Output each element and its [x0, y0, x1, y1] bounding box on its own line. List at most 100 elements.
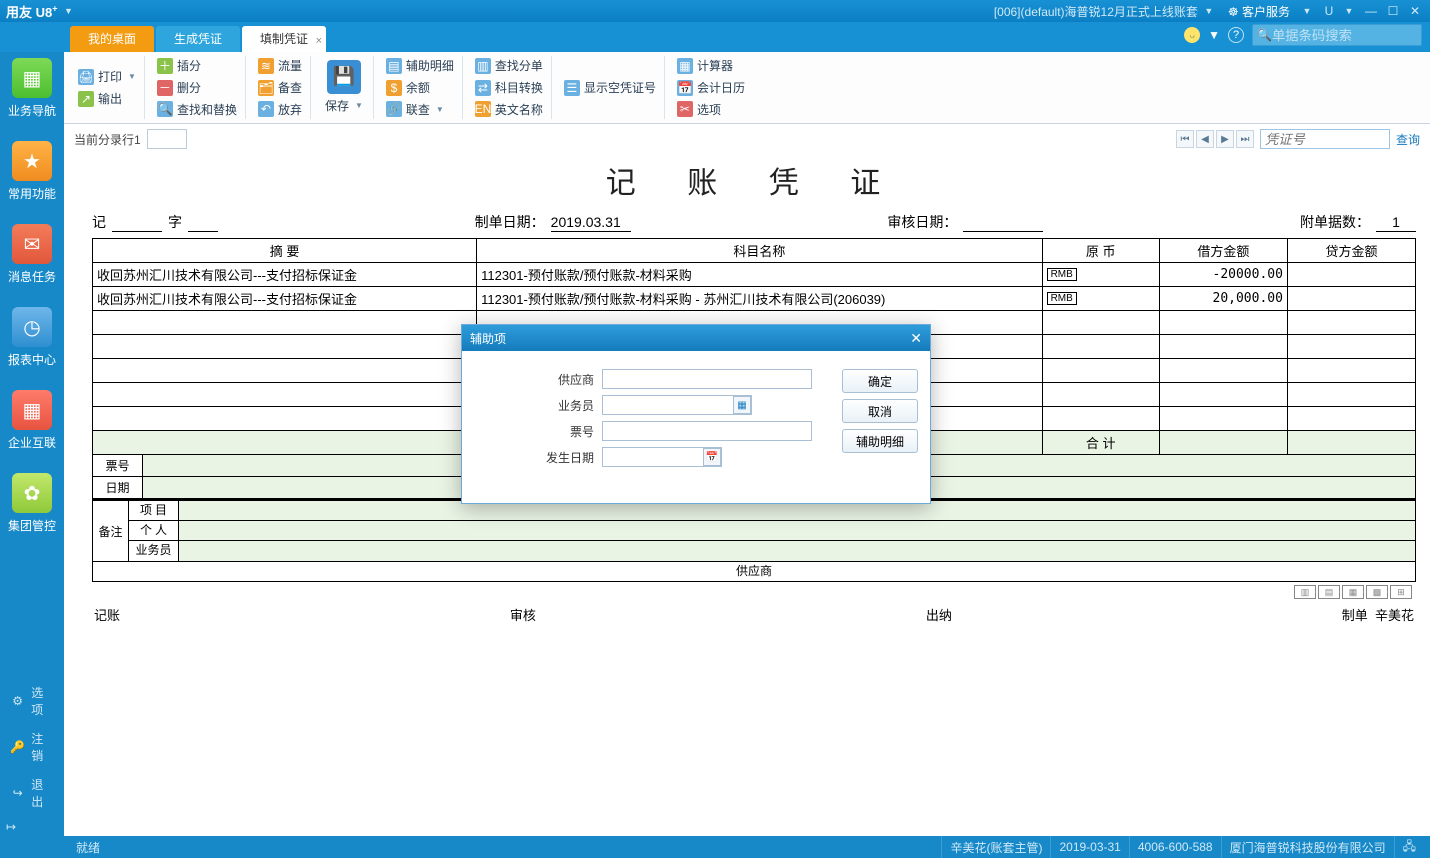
service-dropdown[interactable]: ▼ — [1298, 6, 1316, 16]
make-date-value[interactable]: 2019.03.31 — [551, 214, 631, 232]
date-picker-icon[interactable]: 📅 — [703, 448, 721, 466]
find-split-button[interactable]: ▥查找分单 — [475, 56, 543, 76]
voucher-no-input[interactable] — [1260, 129, 1390, 149]
minimize-button[interactable]: — — [1362, 4, 1380, 18]
dialog-titlebar[interactable]: 辅助项 ✕ — [462, 325, 930, 351]
account-dropdown[interactable]: ▼ — [1200, 6, 1218, 16]
dialog-close-icon[interactable]: ✕ — [910, 330, 922, 347]
help-icon[interactable]: ? — [1228, 27, 1244, 43]
nav-prev-button[interactable]: ◀ — [1196, 130, 1214, 148]
voucher-type-blank[interactable] — [112, 214, 162, 232]
cell-currency[interactable]: RMB — [1042, 263, 1159, 287]
ok-button[interactable]: 确定 — [842, 369, 918, 393]
sidebar-logout[interactable]: 🔑注销 — [0, 724, 64, 770]
cell-debit[interactable] — [1159, 359, 1287, 383]
barcode-search-input[interactable] — [1272, 28, 1412, 43]
cell-subject[interactable]: 112301-预付账款/预付账款-材料采购 — [477, 263, 1042, 287]
insert-row-button[interactable]: ＋插分 — [157, 56, 237, 76]
calc-button[interactable]: ▦计算器 — [677, 56, 745, 76]
cell-summary[interactable] — [93, 383, 477, 407]
note-salesman-value[interactable] — [179, 541, 1415, 561]
calendar-button[interactable]: 📅会计日历 — [677, 78, 745, 98]
ribbon-option-button[interactable]: ✂选项 — [677, 99, 745, 119]
delete-row-button[interactable]: －删分 — [157, 78, 237, 98]
cell-subject[interactable]: 112301-预付账款/预付账款-材料采购 - 苏州汇川技术有限公司(20603… — [477, 287, 1042, 311]
table-row[interactable]: 收回苏州汇川技术有限公司---支付招标保证金112301-预付账款/预付账款-材… — [93, 287, 1416, 311]
sidebar-exit[interactable]: ↪退出 — [0, 770, 64, 816]
view-icon-4[interactable]: ▩ — [1366, 585, 1388, 599]
cell-credit[interactable] — [1287, 335, 1415, 359]
cell-debit[interactable] — [1159, 311, 1287, 335]
cell-credit[interactable] — [1287, 407, 1415, 431]
eng-name-button[interactable]: EN英文名称 — [475, 99, 543, 119]
status-conn-icon[interactable]: 🖧 — [1394, 836, 1424, 858]
cell-summary[interactable] — [93, 335, 477, 359]
linkq-button[interactable]: 🔗联查▼ — [386, 99, 454, 119]
brand-dropdown[interactable]: ▼ — [60, 6, 78, 16]
cell-credit[interactable] — [1287, 263, 1415, 287]
pin-icon[interactable]: ↦ — [6, 820, 16, 834]
cell-debit[interactable]: -20000.00 — [1159, 263, 1287, 287]
tab-close-icon[interactable]: × — [316, 28, 322, 54]
subj-convert-button[interactable]: ⇄科目转换 — [475, 78, 543, 98]
supplier-input[interactable] — [602, 369, 812, 389]
cell-debit[interactable] — [1159, 335, 1287, 359]
cell-currency[interactable]: RMB — [1042, 287, 1159, 311]
nav-first-button[interactable]: ⏮ — [1176, 130, 1194, 148]
nav-last-button[interactable]: ⏭ — [1236, 130, 1254, 148]
cell-debit[interactable]: 20,000.00 — [1159, 287, 1287, 311]
tab-my-desktop[interactable]: 我的桌面 — [70, 26, 154, 52]
service-icon[interactable]: ☸ 客户服务 — [1228, 3, 1290, 20]
cell-summary[interactable]: 收回苏州汇川技术有限公司---支付招标保证金 — [93, 287, 477, 311]
attach-value[interactable]: 1 — [1376, 214, 1416, 232]
cell-currency[interactable] — [1042, 383, 1159, 407]
cancel-button[interactable]: 取消 — [842, 399, 918, 423]
note-person-value[interactable] — [179, 521, 1415, 540]
smiley-dropdown[interactable]: ▼ — [1208, 28, 1220, 42]
maximize-button[interactable]: ☐ — [1384, 4, 1402, 18]
output-button[interactable]: ↗输出 — [78, 89, 136, 109]
sidebar-options[interactable]: ⚙选项 — [0, 678, 64, 724]
salesman-input[interactable] — [602, 395, 752, 415]
abandon-button[interactable]: ↶放弃 — [258, 99, 302, 119]
sidebar-item-group[interactable]: ✿集团管控 — [2, 473, 62, 534]
nav-next-button[interactable]: ▶ — [1216, 130, 1234, 148]
cell-credit[interactable] — [1287, 383, 1415, 407]
print-button[interactable]: 🖨打印▼ — [78, 67, 136, 87]
salesman-picker-icon[interactable]: ▦ — [733, 396, 751, 414]
barcode-search[interactable]: 🔍 — [1252, 24, 1422, 46]
smiley-icon[interactable]: ᴗ — [1184, 27, 1200, 43]
current-row-box[interactable] — [147, 129, 187, 149]
close-button[interactable]: ✕ — [1406, 4, 1424, 18]
cell-debit[interactable] — [1159, 383, 1287, 407]
cell-currency[interactable] — [1042, 359, 1159, 383]
table-row[interactable]: 收回苏州汇川技术有限公司---支付招标保证金112301-预付账款/预付账款-材… — [93, 263, 1416, 287]
sidebar-item-common[interactable]: ★常用功能 — [2, 141, 62, 202]
cell-credit[interactable] — [1287, 359, 1415, 383]
cell-currency[interactable] — [1042, 311, 1159, 335]
query-link[interactable]: 查询 — [1396, 131, 1420, 148]
cell-summary[interactable]: 收回苏州汇川技术有限公司---支付招标保证金 — [93, 263, 477, 287]
cell-debit[interactable] — [1159, 407, 1287, 431]
tab-fill-voucher[interactable]: 填制凭证× — [242, 26, 326, 52]
cell-summary[interactable] — [93, 359, 477, 383]
cell-summary[interactable] — [93, 311, 477, 335]
sidebar-item-reports[interactable]: ◷报表中心 — [2, 307, 62, 368]
sidebar-item-biznav[interactable]: ▦业务导航 — [2, 58, 62, 119]
billno-input[interactable] — [602, 421, 812, 441]
cell-currency[interactable] — [1042, 335, 1159, 359]
view-icon-1[interactable]: ▥ — [1294, 585, 1316, 599]
view-icon-5[interactable]: ⊞ — [1390, 585, 1412, 599]
view-icon-2[interactable]: ▤ — [1318, 585, 1340, 599]
cell-summary[interactable] — [93, 407, 477, 431]
save-button[interactable]: 保存▼ — [325, 96, 363, 116]
memo-button[interactable]: 🗂备查 — [258, 78, 302, 98]
view-icon-3[interactable]: ▦ — [1342, 585, 1364, 599]
sidebar-item-messages[interactable]: ✉消息任务 — [2, 224, 62, 285]
find-replace-button[interactable]: 🔍查找和替换 — [157, 99, 237, 119]
flow-button[interactable]: ≋流量 — [258, 56, 302, 76]
cell-credit[interactable] — [1287, 287, 1415, 311]
aux-detail-button[interactable]: ▤辅助明细 — [386, 56, 454, 76]
voucher-number-blank[interactable] — [188, 214, 218, 232]
sidebar-item-enterprise[interactable]: ▦企业互联 — [2, 390, 62, 451]
